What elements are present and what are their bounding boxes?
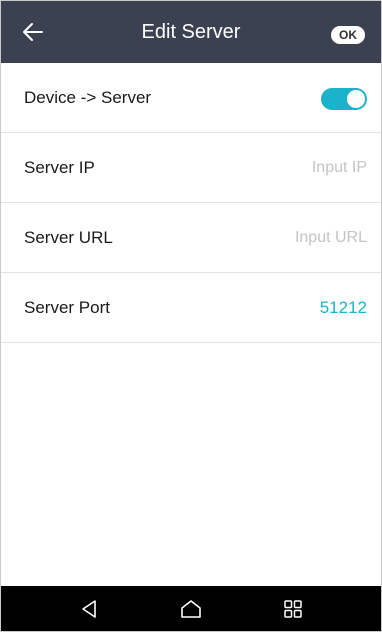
app-header: Edit Server OK [1, 1, 381, 63]
server-url-row[interactable]: Server URL Input URL [1, 203, 381, 273]
server-url-label: Server URL [24, 228, 113, 247]
device-to-server-label: Device -> Server [24, 88, 152, 107]
triangle-back-icon [82, 599, 96, 618]
page-title: Edit Server [141, 21, 241, 43]
server-port-label: Server Port [24, 298, 110, 317]
server-port-row[interactable]: Server Port 51212 [1, 273, 381, 343]
nav-apps-button[interactable] [263, 586, 323, 631]
device-to-server-row[interactable]: Device -> Server [1, 63, 381, 133]
device-to-server-toggle[interactable] [321, 88, 367, 110]
home-icon [181, 599, 201, 618]
server-ip-input[interactable]: Input IP [312, 133, 367, 202]
server-ip-label: Server IP [24, 158, 95, 177]
ok-button[interactable]: OK [331, 26, 365, 44]
nav-back-button[interactable] [59, 586, 119, 631]
nav-home-button[interactable] [161, 586, 221, 631]
toggle-knob [347, 90, 365, 108]
back-button[interactable] [17, 17, 49, 47]
edit-server-screen: Edit Server OK Device -> Server Server I… [0, 0, 382, 632]
server-url-input[interactable]: Input URL [295, 203, 367, 272]
arrow-left-icon [23, 23, 43, 41]
server-ip-row[interactable]: Server IP Input IP [1, 133, 381, 203]
grid-icon [284, 599, 302, 618]
server-port-value[interactable]: 51212 [320, 273, 367, 342]
system-navigation-bar [1, 586, 381, 631]
